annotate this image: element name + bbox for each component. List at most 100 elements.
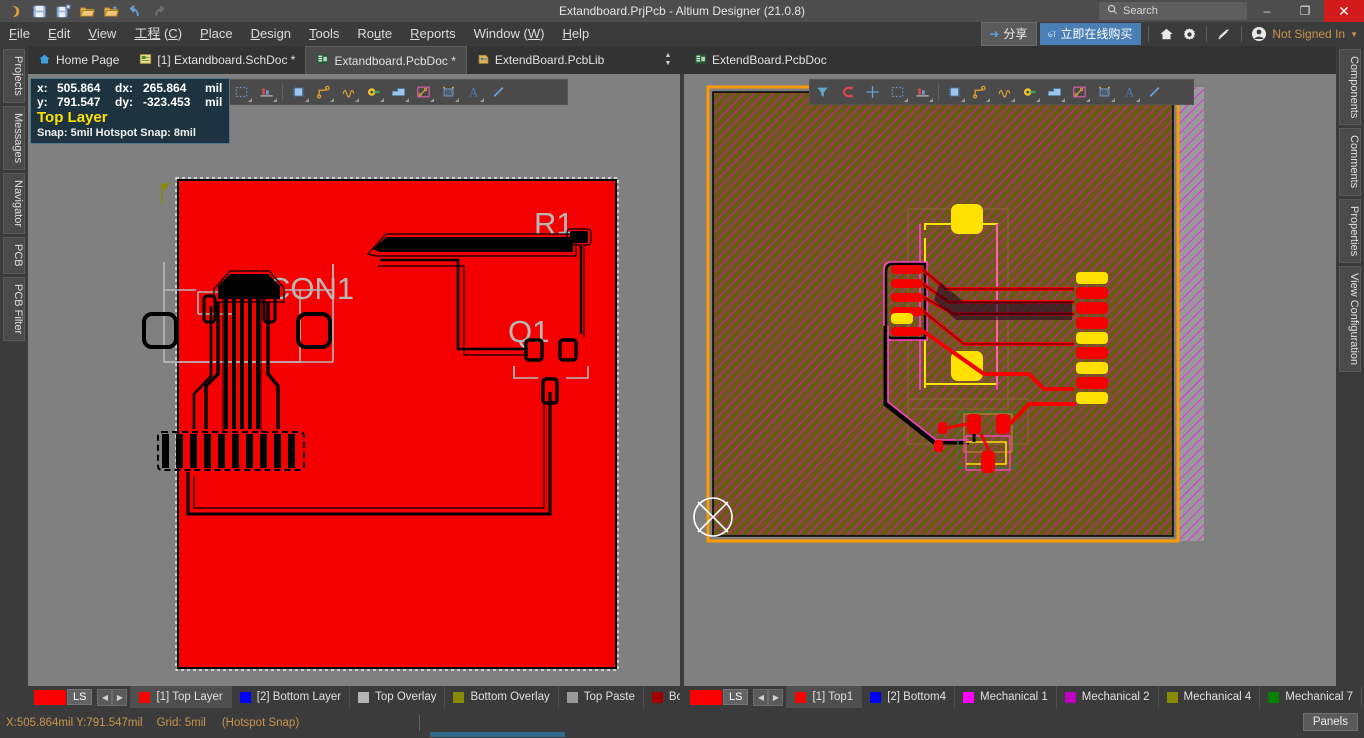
- interactive-routing-icon[interactable]: [967, 80, 992, 104]
- pcb-icon: [694, 53, 707, 68]
- layer-tab-bottom-layer[interactable]: [2] Bottom Layer: [230, 686, 349, 708]
- dock-tab-projects[interactable]: Projects: [3, 49, 25, 103]
- pcb-editor-canvas-right[interactable]: 10 A: [684, 74, 1336, 686]
- cart-icon: ௭: [1047, 25, 1057, 40]
- tab-extandboard-pcbdoc[interactable]: Extandboard.PcbDoc *: [305, 46, 467, 74]
- account-status[interactable]: Not Signed In ▼: [1272, 27, 1360, 41]
- layer-prev-button[interactable]: ◀: [97, 688, 113, 706]
- measure-icon[interactable]: [910, 80, 935, 104]
- layer-tab-label: [1] Top1: [812, 691, 854, 703]
- tab-home-page[interactable]: Home Page: [28, 46, 129, 74]
- layer-tab-top1[interactable]: [1] Top1: [786, 686, 862, 708]
- select-area-icon[interactable]: [885, 80, 910, 104]
- tab-extendboard-pcbdoc[interactable]: ExtendBoard.PcbDoc: [684, 46, 837, 74]
- dock-tab-navigator[interactable]: Navigator: [3, 172, 25, 234]
- place-dimension-icon[interactable]: 10: [1092, 80, 1117, 104]
- menu-view[interactable]: View: [79, 22, 125, 46]
- interactive-routing-icon[interactable]: [311, 80, 336, 104]
- layer-next-button[interactable]: ▶: [768, 688, 784, 706]
- minimize-button[interactable]: –: [1248, 0, 1286, 22]
- layer-set-label: LS: [67, 689, 93, 705]
- dock-tab-messages[interactable]: Messages: [3, 105, 25, 170]
- menu-project[interactable]: 工程 (C): [125, 22, 191, 46]
- place-string-icon[interactable]: A: [461, 80, 486, 104]
- menu-window[interactable]: Window (W): [465, 22, 554, 46]
- layer-next-button[interactable]: ▶: [112, 688, 128, 706]
- place-string-icon[interactable]: A: [1117, 80, 1142, 104]
- license-icon[interactable]: [1214, 24, 1234, 44]
- place-polygon-icon[interactable]: [1067, 80, 1092, 104]
- layer-tab-top-paste[interactable]: Top Paste: [557, 686, 643, 708]
- place-fill-icon[interactable]: [386, 80, 411, 104]
- chevron-up-icon[interactable]: ▲: [665, 52, 672, 60]
- measure-icon[interactable]: [254, 80, 279, 104]
- open-icon[interactable]: [76, 1, 98, 21]
- dock-tab-components[interactable]: Components: [1339, 49, 1361, 126]
- gear-icon[interactable]: [1179, 24, 1199, 44]
- menu-help[interactable]: Help: [553, 22, 598, 46]
- dock-tab-comments[interactable]: Comments: [1339, 128, 1361, 196]
- schematic-icon: [139, 53, 152, 68]
- dock-tab-pcb-filter[interactable]: PCB Filter: [3, 276, 25, 341]
- account-label: Not Signed In: [1272, 27, 1346, 41]
- home-icon[interactable]: [1156, 24, 1176, 44]
- chevron-down-icon[interactable]: ▼: [665, 60, 672, 68]
- account-icon[interactable]: [1249, 24, 1269, 44]
- layer-tab-mechanical-2[interactable]: Mechanical 2: [1055, 686, 1158, 708]
- maximize-button[interactable]: ❐: [1286, 0, 1324, 22]
- place-component-icon[interactable]: [286, 80, 311, 104]
- tab-extendboard-pcblib[interactable]: ExtendBoard.PcbLib: [467, 46, 614, 74]
- close-button[interactable]: ✕: [1324, 0, 1364, 22]
- layer-tab-mechanical-7[interactable]: Mechanical 7: [1259, 686, 1361, 708]
- place-dimension-icon[interactable]: 10: [436, 80, 461, 104]
- search-input[interactable]: Search: [1099, 2, 1247, 20]
- place-fill-icon[interactable]: [1042, 80, 1067, 104]
- layer-tab-bottom4[interactable]: [2] Bottom4: [861, 686, 954, 708]
- menu-file[interactable]: File: [0, 22, 39, 46]
- crosshair-icon[interactable]: [860, 80, 885, 104]
- tab-scroll-buttons[interactable]: ▲ ▼: [658, 48, 678, 72]
- layer-tab-mechanical-1[interactable]: Mechanical 1: [954, 686, 1056, 708]
- layer-color-swatch: [963, 691, 974, 703]
- differential-pair-icon[interactable]: [336, 80, 361, 104]
- place-line-icon[interactable]: [486, 80, 511, 104]
- menu-design[interactable]: Design: [242, 22, 300, 46]
- layer-tab-label: [2] Bottom4: [887, 691, 946, 703]
- layer-tab-mechanical-4[interactable]: Mechanical 4: [1157, 686, 1260, 708]
- altium-logo-icon[interactable]: [4, 1, 26, 21]
- dock-tab-pcb[interactable]: PCB: [3, 236, 25, 274]
- layer-tab-top-overlay[interactable]: Top Overlay: [349, 686, 444, 708]
- menu-route[interactable]: Route: [348, 22, 401, 46]
- place-line-icon[interactable]: [1142, 80, 1167, 104]
- redo-icon[interactable]: [148, 1, 170, 21]
- menu-edit[interactable]: Edit: [39, 22, 79, 46]
- magnet-icon[interactable]: [835, 80, 860, 104]
- open-project-icon[interactable]: [100, 1, 122, 21]
- layer-tab-bottom-overlay[interactable]: Bottom Overlay: [444, 686, 557, 708]
- tab-extandboard-schdoc[interactable]: [1] Extandboard.SchDoc *: [129, 46, 305, 74]
- differential-pair-icon[interactable]: [992, 80, 1017, 104]
- menu-reports[interactable]: Reports: [401, 22, 465, 46]
- layer-set-selector-right[interactable]: LS: [690, 689, 749, 705]
- place-component-icon[interactable]: [942, 80, 967, 104]
- layer-prev-button[interactable]: ◀: [753, 688, 769, 706]
- layer-set-selector-left[interactable]: LS: [34, 689, 93, 705]
- place-polygon-icon[interactable]: [411, 80, 436, 104]
- menu-tools[interactable]: Tools: [300, 22, 348, 46]
- panels-button[interactable]: Panels: [1302, 713, 1358, 731]
- dock-tab-properties[interactable]: Properties: [1339, 198, 1361, 263]
- layer-tab-top-layer[interactable]: [1] Top Layer: [130, 686, 231, 708]
- place-pad-icon[interactable]: [361, 80, 386, 104]
- undo-icon[interactable]: [124, 1, 146, 21]
- dock-tab-view-configuration[interactable]: View Configuration: [1339, 265, 1361, 372]
- menu-place[interactable]: Place: [191, 22, 242, 46]
- save-icon[interactable]: [28, 1, 50, 21]
- layer-tab-bottom-paste[interactable]: Bottom P: [642, 686, 680, 708]
- place-pad-icon[interactable]: [1017, 80, 1042, 104]
- save-all-icon[interactable]: [52, 1, 74, 21]
- select-area-icon[interactable]: [229, 80, 254, 104]
- buy-online-button[interactable]: ௭ 立即在线购买: [1040, 23, 1142, 45]
- share-button[interactable]: ➜ 分享: [981, 22, 1038, 46]
- filter-icon[interactable]: [810, 80, 835, 104]
- pcb-editor-canvas-left[interactable]: R1 CON1 Q1 10 A: [28, 74, 680, 686]
